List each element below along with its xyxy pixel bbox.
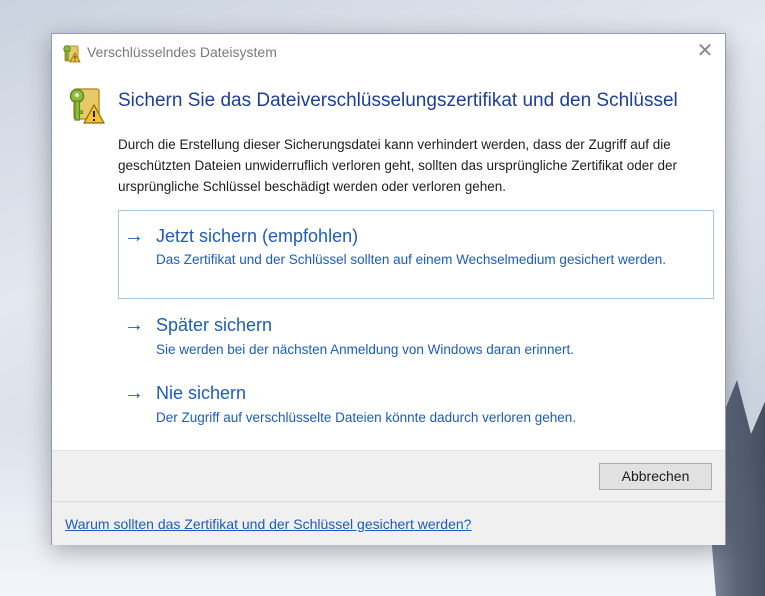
window-title: Verschlüsselndes Dateisystem — [87, 44, 277, 60]
option-backup-now[interactable]: → Jetzt sichern (empfohlen) Das Zertifik… — [118, 210, 714, 299]
option-backup-later[interactable]: → Später sichern Sie werden bei der näch… — [118, 306, 714, 366]
dialog-heading: Sichern Sie das Dateiverschlüsselungszer… — [118, 90, 678, 111]
option-backup-later-description: Sie werden bei der nächsten Anmeldung vo… — [156, 342, 574, 357]
option-backup-now-title: Jetzt sichern (empfohlen) — [156, 226, 359, 246]
option-never-backup-description: Der Zugriff auf verschlüsselte Dateien k… — [156, 410, 576, 425]
efs-backup-dialog: Verschlüsselndes Dateisystem ✕ Sichern S… — [51, 33, 726, 545]
help-link[interactable]: Warum sollten das Zertifikat und der Sch… — [65, 516, 471, 532]
cancel-button[interactable]: Abbrechen — [599, 463, 712, 490]
help-footer: Warum sollten das Zertifikat und der Sch… — [52, 501, 725, 545]
key-warning-large-icon — [65, 84, 106, 124]
close-button[interactable]: ✕ — [693, 40, 717, 64]
title-bar: Verschlüsselndes Dateisystem ✕ — [52, 34, 725, 70]
arrow-right-icon: → — [124, 225, 144, 247]
key-warning-icon — [61, 43, 81, 63]
button-bar: Abbrechen — [52, 450, 725, 501]
dialog-description: Durch die Erstellung dieser Sicherungsda… — [118, 137, 678, 194]
arrow-right-icon: → — [124, 314, 144, 336]
option-backup-later-title: Später sichern — [156, 315, 273, 335]
arrow-right-icon: → — [124, 382, 144, 404]
option-backup-now-description: Das Zertifikat und der Schlüssel sollten… — [156, 252, 666, 267]
option-never-backup[interactable]: → Nie sichern Der Zugriff auf verschlüss… — [118, 374, 714, 434]
option-never-backup-title: Nie sichern — [156, 383, 247, 403]
